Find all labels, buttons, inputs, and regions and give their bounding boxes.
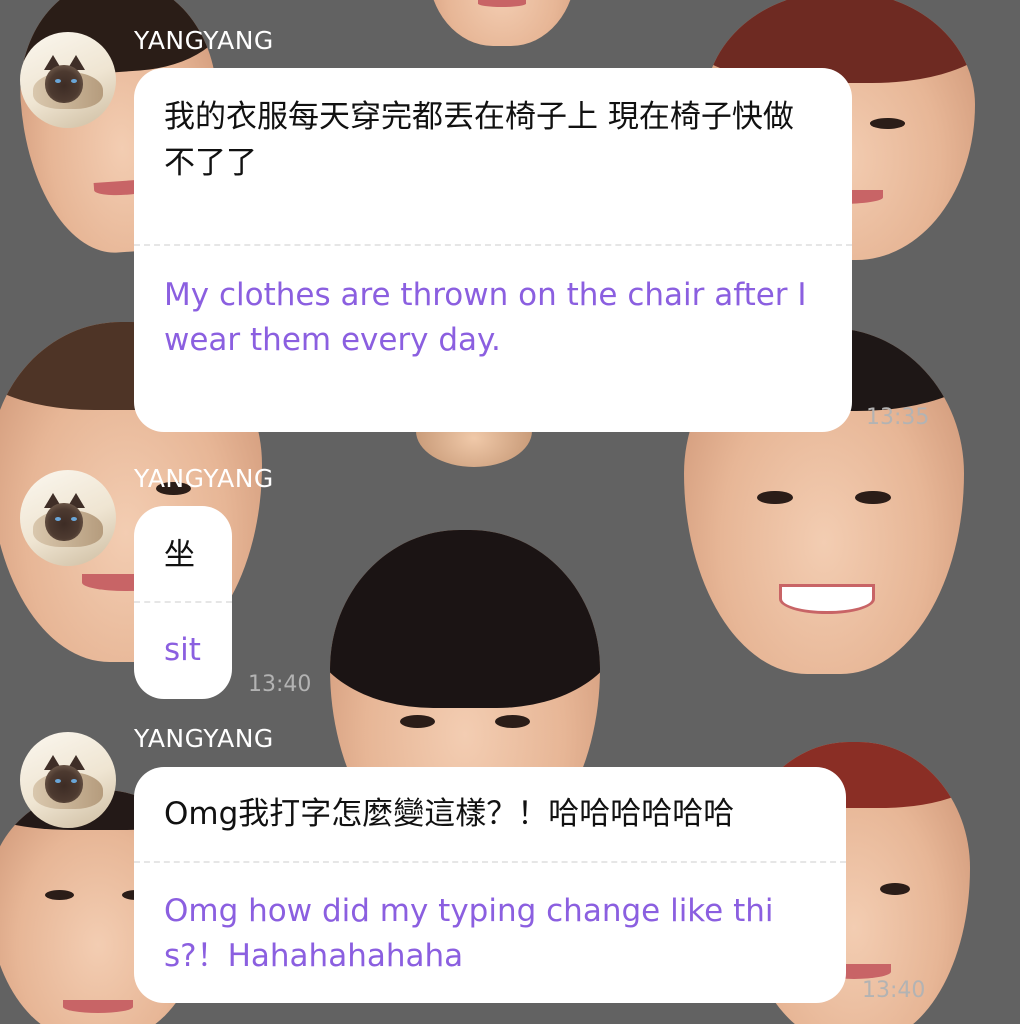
- translation-divider: [134, 601, 232, 603]
- sender-avatar[interactable]: [20, 470, 116, 566]
- sender-avatar[interactable]: [20, 732, 116, 828]
- message-timestamp: 13:35: [866, 405, 930, 430]
- message-timestamp: 13:40: [862, 978, 926, 1003]
- message-bubble[interactable]: 我的衣服每天穿完都丟在椅子上 現在椅子快做不了了 My clothes are …: [134, 68, 852, 432]
- message-translation-text: My clothes are thrown on the chair after…: [164, 277, 807, 358]
- message-bubble[interactable]: 坐 sit: [134, 506, 232, 699]
- translation-divider: [134, 861, 846, 863]
- message-translation-text: sit: [164, 632, 201, 668]
- wallpaper-face-sticker: [428, 0, 576, 46]
- translation-divider: [134, 244, 852, 246]
- sender-name: YANGYANG: [134, 26, 274, 55]
- message-original-text: 我的衣服每天穿完都丟在椅子上 現在椅子快做不了了: [164, 99, 794, 181]
- sender-avatar[interactable]: [20, 32, 116, 128]
- sender-name: YANGYANG: [134, 724, 274, 753]
- message-original-text: 坐: [164, 537, 195, 573]
- sender-name: YANGYANG: [134, 464, 274, 493]
- message-bubble[interactable]: Omg我打字怎麼變這樣？！哈哈哈哈哈哈 Omg how did my typin…: [134, 767, 846, 1003]
- message-translation-text: Omg how did my typing change like this?！…: [164, 893, 774, 974]
- message-original-text: Omg我打字怎麼變這樣？！哈哈哈哈哈哈: [164, 796, 735, 832]
- message-timestamp: 13:40: [248, 672, 312, 697]
